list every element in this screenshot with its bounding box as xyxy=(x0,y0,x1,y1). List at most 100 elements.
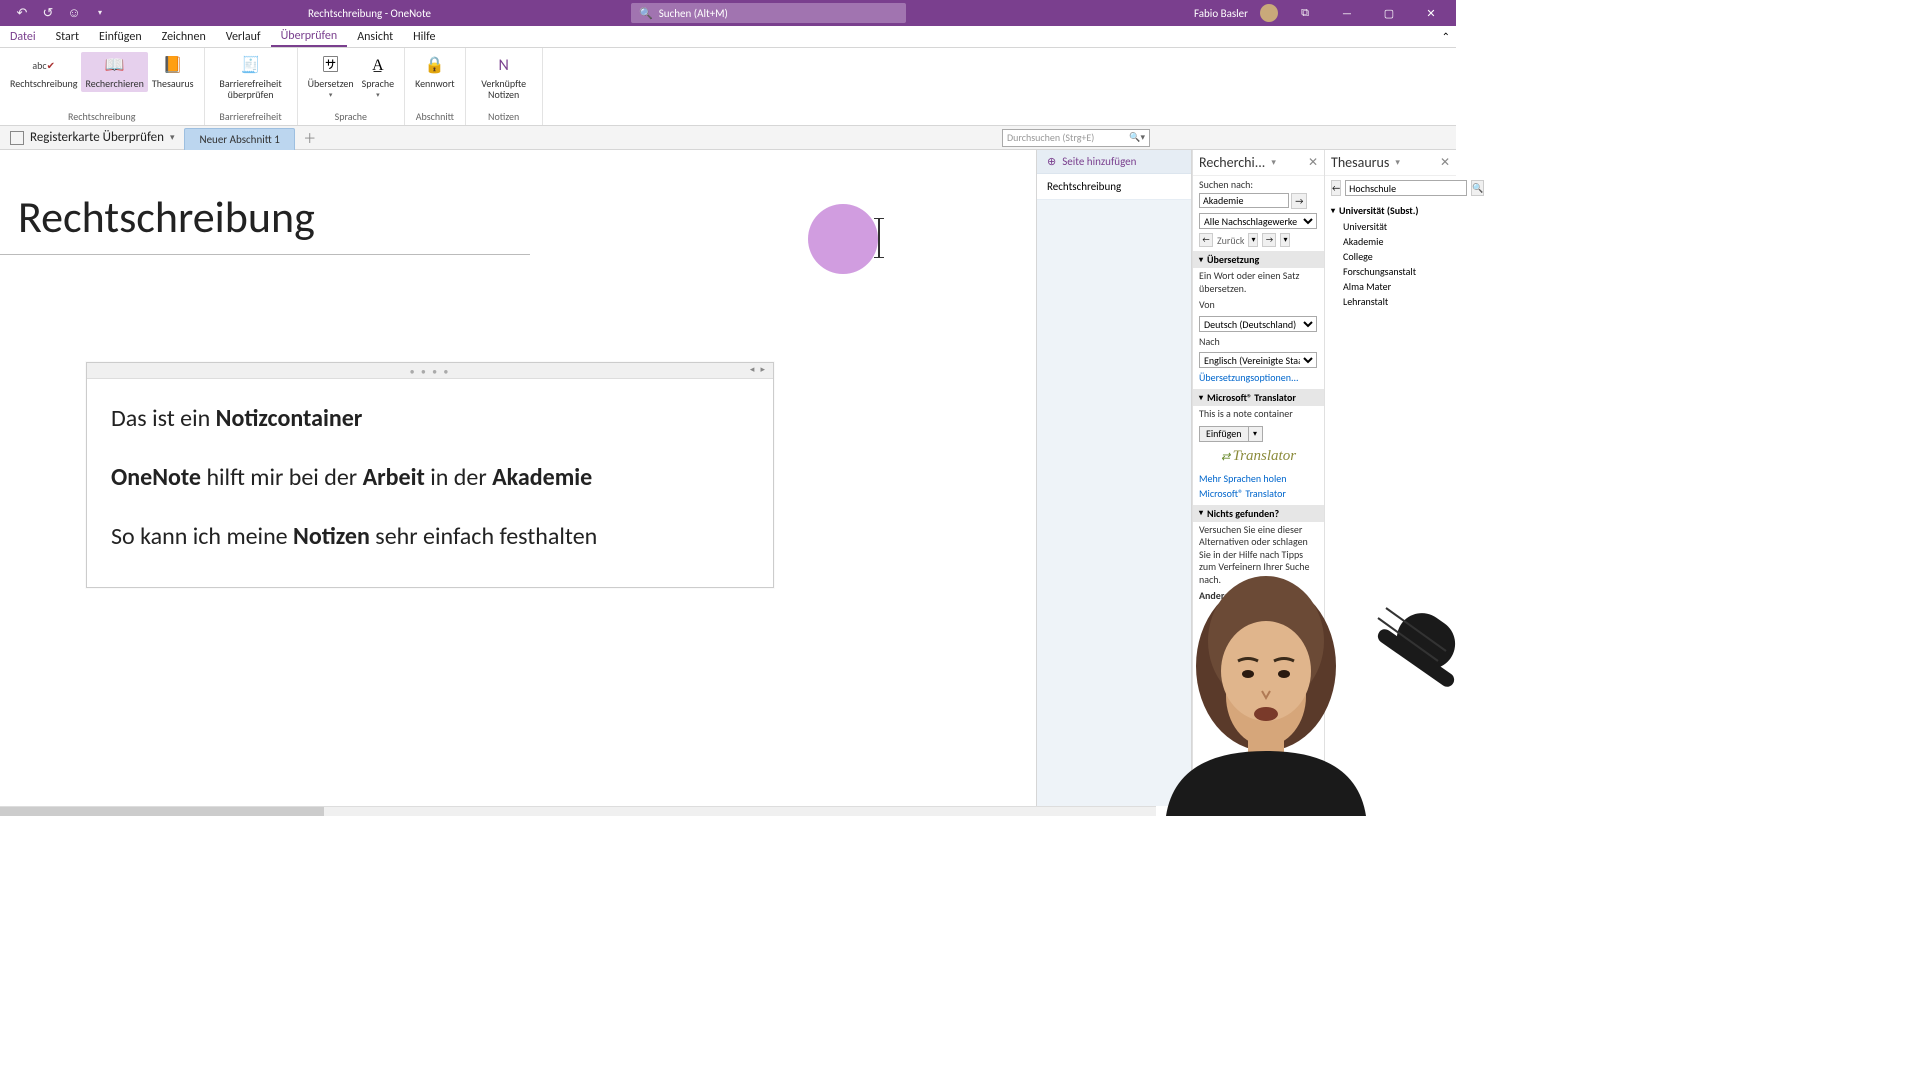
search-icon: 🔍 xyxy=(639,7,653,20)
notebook-icon[interactable] xyxy=(10,131,24,145)
nav-right-icon[interactable]: ▸ xyxy=(760,364,767,375)
research-go-button[interactable]: → xyxy=(1291,193,1307,209)
close-research-pane-icon[interactable]: ✕ xyxy=(1308,155,1318,170)
title-underline xyxy=(0,254,530,255)
accessibility-icon: 🧾 xyxy=(236,54,266,78)
nav-left-icon[interactable]: ◂ xyxy=(750,364,757,375)
ribbon-translate-button[interactable]: 🈂 Übersetzen ▾ xyxy=(304,52,358,100)
note-line-3[interactable]: So kann ich meine Notizen sehr einfach f… xyxy=(111,521,749,552)
note-line-2[interactable]: OneNote hilft mir bei der Arbeit in der … xyxy=(111,462,749,493)
research-section-translate[interactable]: Übersetzung xyxy=(1193,251,1324,268)
more-languages-link[interactable]: Mehr Sprachen holen xyxy=(1193,471,1324,486)
ribbon-linked-notes-button[interactable]: N Verknüpfte Notizen xyxy=(472,52,536,102)
research-section-notfound[interactable]: Nichts gefunden? xyxy=(1193,505,1324,522)
user-name[interactable]: Fabio Basler xyxy=(1194,7,1248,20)
ms-translator-link[interactable]: Microsoft® Translator xyxy=(1193,486,1324,501)
undo-icon[interactable]: ↺ xyxy=(40,5,56,21)
maximize-icon[interactable]: ▢ xyxy=(1374,7,1404,20)
add-section-button[interactable]: ＋ xyxy=(301,129,319,147)
translator-insert-button[interactable]: Einfügen xyxy=(1199,426,1249,442)
thesaurus-back-icon[interactable]: ← xyxy=(1331,180,1341,196)
note-body[interactable]: Das ist ein Notizcontainer OneNote hilft… xyxy=(87,379,773,587)
ribbon-research-button[interactable]: 📖 Recherchieren xyxy=(81,52,147,92)
thesaurus-item[interactable]: Forschungsanstalt xyxy=(1331,264,1450,279)
menu-view[interactable]: Ansicht xyxy=(347,26,403,47)
translator-logo: ⇄ Translator xyxy=(1193,448,1324,465)
translator-insert-dd[interactable]: ▾ xyxy=(1249,426,1263,442)
thesaurus-pane-title: Thesaurus xyxy=(1331,154,1389,171)
ribbon-language-button[interactable]: A̲ Sprache ▾ xyxy=(358,52,398,100)
notebook-name[interactable]: Registerkarte Überprüfen xyxy=(30,130,164,145)
ribbon-accessibility-button[interactable]: 🧾 Barrierefreiheit überprüfen xyxy=(211,52,291,102)
page-search-input[interactable]: Durchsuchen (Strg+E) 🔍▾ xyxy=(1002,129,1150,147)
research-pane-title: Recherchi... xyxy=(1199,154,1265,171)
add-page-button[interactable]: ⊕ Seite hinzufügen xyxy=(1037,150,1191,174)
thesaurus-item[interactable]: Universität xyxy=(1331,219,1450,234)
thesaurus-go-icon[interactable]: 🔍 xyxy=(1471,180,1484,196)
note-canvas[interactable]: Rechtschreibung • • • • ◂ ▸ Das ist ein … xyxy=(0,150,1036,806)
research-fwd-icon[interactable]: → xyxy=(1262,233,1276,247)
menu-file[interactable]: Datei xyxy=(0,26,46,47)
thesaurus-category[interactable]: Universität (Subst.) xyxy=(1331,202,1450,219)
search-box[interactable]: 🔍 Suchen (Alt+M) xyxy=(631,3,906,23)
translate-options-link[interactable]: Übersetzungsoptionen... xyxy=(1193,370,1324,385)
menu-draw[interactable]: Zeichnen xyxy=(152,26,216,47)
thesaurus-item[interactable]: Lehranstalt xyxy=(1331,294,1450,309)
minimize-icon[interactable]: — xyxy=(1332,7,1362,20)
research-search-input[interactable] xyxy=(1199,193,1289,208)
ribbon-thesaurus-button[interactable]: 📙 Thesaurus xyxy=(148,52,198,92)
menu-start[interactable]: Start xyxy=(46,26,89,47)
research-back-dd[interactable]: ▾ xyxy=(1248,233,1258,247)
lock-icon: 🔒 xyxy=(420,54,450,78)
page-title[interactable]: Rechtschreibung xyxy=(18,190,315,244)
search-placeholder: Suchen (Alt+M) xyxy=(659,7,728,20)
note-container[interactable]: • • • • ◂ ▸ Das ist ein Notizcontainer O… xyxy=(86,362,774,588)
thesaurus-item[interactable]: Akademie xyxy=(1331,234,1450,249)
research-section-translator[interactable]: Microsoft® Translator xyxy=(1193,389,1324,406)
notebook-dropdown-icon[interactable]: ▾ xyxy=(170,132,175,143)
menu-history[interactable]: Verlauf xyxy=(216,26,271,47)
research-source-select[interactable]: Alle Nachschlagewerke xyxy=(1199,213,1317,229)
translate-icon: 🈂 xyxy=(316,54,346,78)
smiley-icon[interactable]: ☺ xyxy=(66,5,82,21)
note-container-handle[interactable]: • • • • ◂ ▸ xyxy=(87,363,773,379)
section-tab[interactable]: Neuer Abschnitt 1 xyxy=(184,128,294,150)
menu-help[interactable]: Hilfe xyxy=(403,26,445,47)
thesaurus-item[interactable]: Alma Mater xyxy=(1331,279,1450,294)
pane-menu-icon[interactable]: ▾ xyxy=(1271,157,1276,168)
research-search-label: Suchen nach: xyxy=(1193,176,1324,191)
note-line-1[interactable]: Das ist ein Notizcontainer xyxy=(111,403,749,434)
translate-from-select[interactable]: Deutsch (Deutschland) xyxy=(1199,316,1317,332)
research-fwd-dd[interactable]: ▾ xyxy=(1280,233,1290,247)
avatar[interactable] xyxy=(1260,4,1278,22)
thesaurus-pane-menu-icon[interactable]: ▾ xyxy=(1395,157,1400,168)
close-thesaurus-pane-icon[interactable]: ✕ xyxy=(1440,155,1450,170)
menu-insert[interactable]: Einfügen xyxy=(89,26,152,47)
thesaurus-item[interactable]: College xyxy=(1331,249,1450,264)
presenter-webcam-overlay xyxy=(1076,536,1456,816)
close-icon[interactable]: ✕ xyxy=(1416,7,1446,20)
language-icon: A̲ xyxy=(363,54,393,78)
ribbon-password-button[interactable]: 🔒 Kennwort xyxy=(411,52,459,92)
window-title: Rechtschreibung - OneNote xyxy=(308,7,431,20)
ribbon-group-spelling: Rechtschreibung xyxy=(0,108,204,125)
horizontal-scrollbar[interactable] xyxy=(0,806,1156,816)
thesaurus-icon: 📙 xyxy=(158,54,188,78)
page-list-item[interactable]: Rechtschreibung xyxy=(1037,174,1191,200)
menu-review[interactable]: Überprüfen xyxy=(271,26,348,47)
collapse-ribbon-icon[interactable]: ⌃ xyxy=(1442,30,1450,43)
thesaurus-search-input[interactable] xyxy=(1345,180,1467,196)
ribbon-group-language: Sprache xyxy=(298,108,405,125)
linked-notes-icon: N xyxy=(489,54,519,78)
ribbon-spelling-button[interactable]: abc✔ Rechtschreibung xyxy=(6,52,81,92)
plus-icon: ⊕ xyxy=(1047,155,1056,168)
text-cursor xyxy=(878,218,880,258)
translate-to-select[interactable]: Englisch (Vereinigte Staaten) xyxy=(1199,352,1317,368)
back-icon[interactable]: ↶ xyxy=(14,5,30,21)
ribbon: abc✔ Rechtschreibung 📖 Recherchieren 📙 T… xyxy=(0,48,1456,126)
research-back-icon[interactable]: ← xyxy=(1199,233,1213,247)
ribbon-display-icon[interactable]: ⧉ xyxy=(1290,6,1320,20)
ribbon-group-accessibility: Barrierefreiheit xyxy=(205,108,297,125)
qat-dropdown-icon[interactable]: ▾ xyxy=(92,5,108,21)
research-translate-hint: Ein Wort oder einen Satz übersetzen. xyxy=(1193,268,1324,297)
